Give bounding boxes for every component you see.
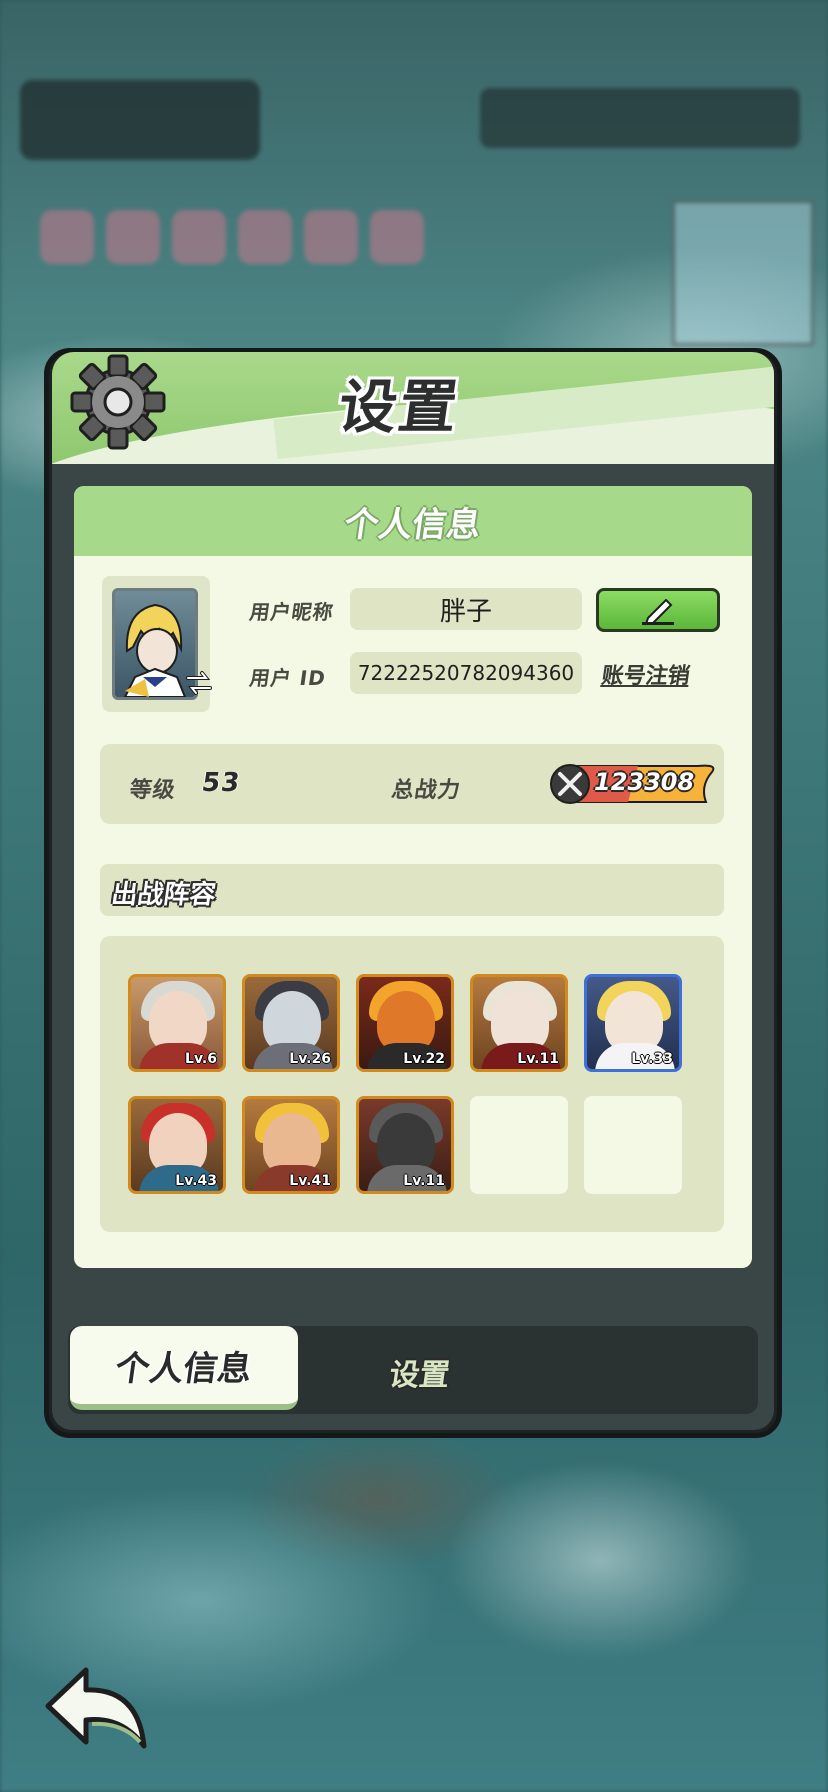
profile-card-header: 个人信息 [74, 486, 752, 556]
hero-level: Lv.33 [631, 1051, 673, 1067]
lineup-title: 出战阵容 [109, 880, 218, 910]
nickname-field: 胖子 [350, 588, 582, 630]
hero-level: Lv.22 [403, 1051, 445, 1067]
hero-level: Lv.6 [185, 1051, 217, 1067]
power-badge: 123308 [548, 762, 718, 806]
page-title: 设置 [334, 373, 464, 441]
hero-slot[interactable]: Lv.6 [128, 974, 226, 1072]
hero-slot[interactable]: Lv.11 [470, 974, 568, 1072]
swap-arrows-icon[interactable] [184, 668, 214, 698]
hero-level: Lv.11 [403, 1173, 445, 1189]
tab-profile[interactable]: 个人信息 [70, 1326, 298, 1410]
lineup-header: 出战阵容 [100, 864, 724, 916]
hero-slot[interactable]: Lv.33 [584, 974, 682, 1072]
profile-card-title: 个人信息 [341, 504, 484, 545]
profile-card: 个人信息 用户昵称 胖子 用户 ID 72222520782094360 账号注… [74, 486, 752, 1268]
tab-profile-label: 个人信息 [112, 1348, 255, 1389]
hero-level: Lv.41 [289, 1173, 331, 1189]
gear-icon [70, 354, 166, 450]
player-status-bar [20, 80, 260, 160]
lineup-grid: Lv.6 Lv.26 Lv.22 Lv.11 Lv.33 Lv.43 Lv.41… [100, 936, 724, 1232]
hero-slot[interactable]: Lv.22 [356, 974, 454, 1072]
back-arrow-icon[interactable] [42, 1664, 150, 1752]
empty-hero-slot[interactable] [584, 1096, 682, 1194]
hero-level: Lv.11 [517, 1051, 559, 1067]
power-value: 123308 [594, 768, 695, 796]
tab-settings[interactable]: 设置 [387, 1350, 453, 1394]
pencil-icon [642, 598, 674, 626]
empty-hero-slot[interactable] [470, 1096, 568, 1194]
feature-icons-row [40, 210, 424, 264]
hero-level: Lv.26 [289, 1051, 331, 1067]
resource-bar [480, 88, 800, 148]
edit-nickname-button[interactable] [596, 588, 720, 632]
user-id-field: 72222520782094360 [350, 652, 582, 694]
level-value: 53 [199, 768, 243, 798]
hero-slot[interactable]: Lv.26 [242, 974, 340, 1072]
avatar-frame[interactable] [102, 576, 212, 712]
account-cancel-link[interactable]: 账号注销 [600, 658, 693, 690]
level-label: 等级 [127, 778, 178, 803]
nickname-label: 用户昵称 [248, 600, 336, 624]
hero-level: Lv.43 [175, 1173, 217, 1189]
minimap [672, 200, 814, 346]
user-id-label: 用户 ID [248, 666, 328, 690]
hero-slot[interactable]: Lv.41 [242, 1096, 340, 1194]
hero-slot[interactable]: Lv.11 [356, 1096, 454, 1194]
hero-slot[interactable]: Lv.43 [128, 1096, 226, 1194]
stats-bar: 等级 53 总战力 123308 [100, 744, 724, 824]
power-label: 总战力 [389, 778, 463, 803]
